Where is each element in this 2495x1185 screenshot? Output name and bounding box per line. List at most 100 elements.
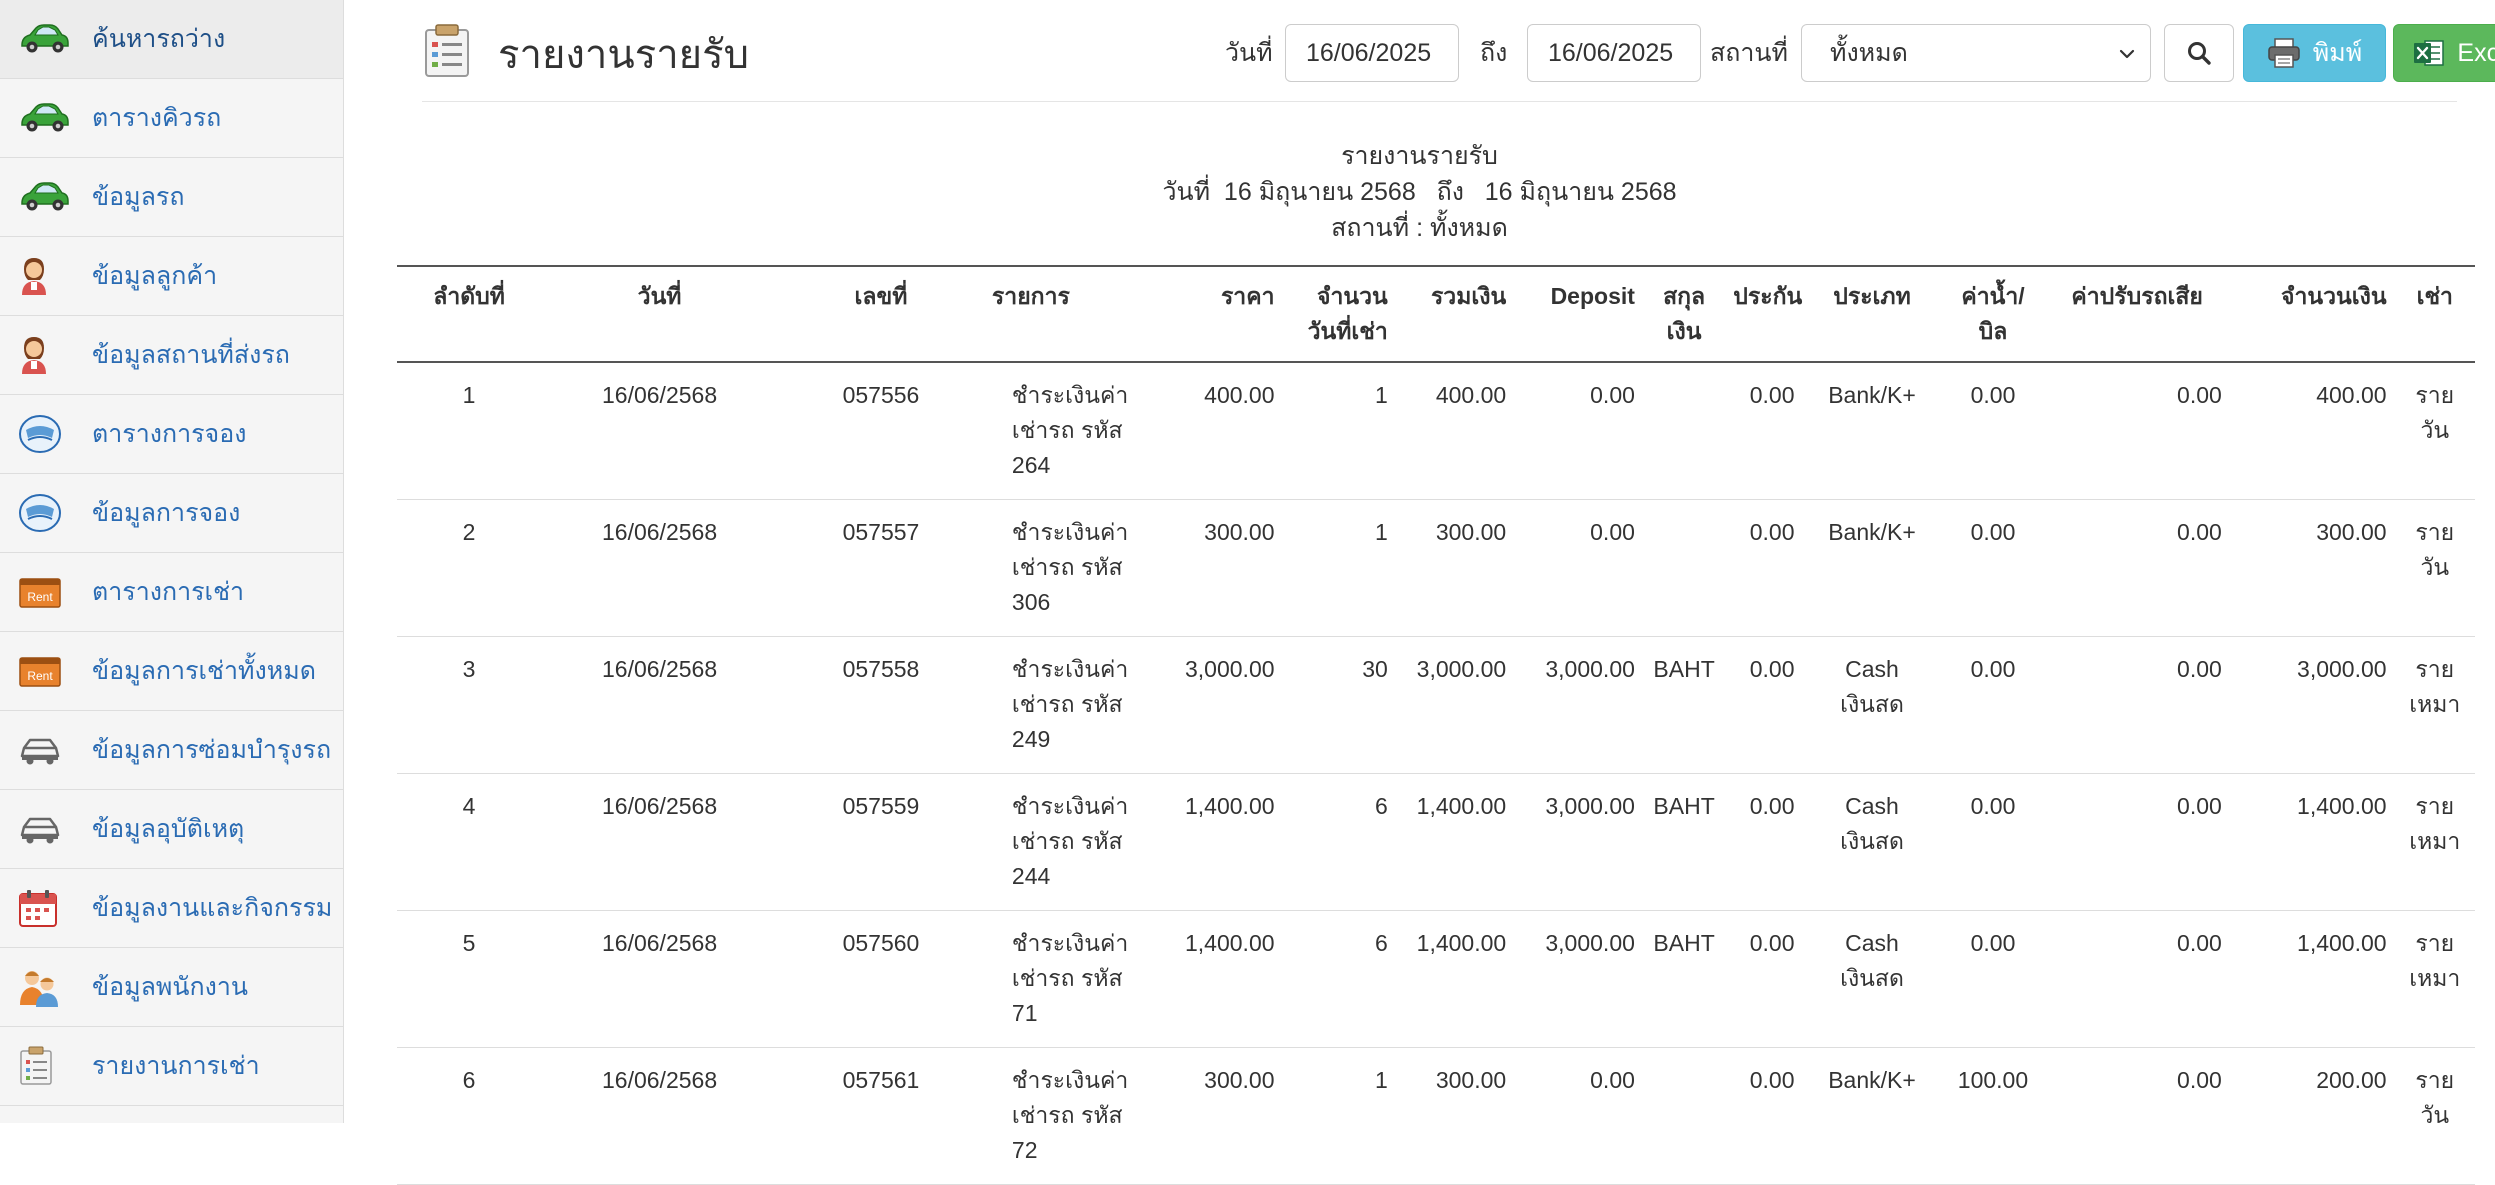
table-cell: 0.00 [1725,499,1803,637]
table-cell: Bank/K+ [1802,499,1942,637]
table-cell: 1,400.00 [1395,773,1515,911]
employees-icon [18,967,70,1007]
table-cell: Cash เงินสด [1802,773,1942,911]
column-header: จำนวน วันที่เช่า [1282,265,1396,363]
rent-icon: Rent [18,651,70,691]
column-header: Deposit [1514,265,1643,363]
sidebar-item-3[interactable]: ข้อมูลลูกค้า [0,237,343,316]
sidebar-item-8[interactable]: Rent ข้อมูลการเช่าทั้งหมด [0,632,343,711]
sidebar-item-label: ตารางการจอง [92,420,247,448]
sidebar-item-13[interactable]: รายงานการเช่า [0,1027,343,1106]
table-cell: รายวัน [2394,499,2475,637]
table-cell [1642,362,1726,500]
table-cell: 16/06/2568 [541,362,778,500]
table-cell: BAHT [1642,910,1726,1048]
table-cell: รายเหมา [2394,910,2475,1048]
column-header: รวมเงิน [1395,265,1515,363]
table-cell: 0.00 [1941,773,2045,911]
column-header: สกุล เงิน [1642,265,1726,363]
printer-icon [2268,38,2300,68]
date-to-input[interactable]: 16/06/2025 [1527,24,1701,82]
table-body: 1 16/06/2568 057556 ชำระเงินค่าเช่ารถ รหัส … [397,362,2475,1185]
table-header-row: ลำดับที่ วันที่ เลขที่ รายการ ราคา จำนวน วันท… [397,265,2475,363]
table-cell: 16/06/2568 [541,1047,778,1185]
table-cell: BAHT [1642,773,1726,911]
column-header: เช่า [2394,265,2475,363]
sidebar-item-label: รายงานการเช่า [92,1052,260,1080]
report-icon [18,1046,70,1086]
table-cell: 200.00 [2229,1047,2395,1185]
sidebar-item-6[interactable]: ข้อมูลการจอง [0,474,343,553]
column-header: ค่าน้ำ/ บิล [1941,265,2045,363]
main-content: รายงานรายรับ วันที่ 16/06/2025 ถึง 16/06… [344,0,2495,1185]
column-header: จำนวนเงิน [2229,265,2395,363]
report-location: สถานที่ : ทั้งหมด [1331,214,1508,242]
sidebar-item-11[interactable]: ข้อมูลงานและกิจกรรม [0,869,343,948]
sidebar-item-1[interactable]: ตารางคิวรถ [0,79,343,158]
location-select[interactable]: ทั้งหมด [1801,24,2151,82]
table-cell: 057559 [777,773,984,911]
location-select-value: ทั้งหมด [1830,39,1908,67]
table-cell: 3,000.00 [1395,636,1515,774]
table-cell: 3,000.00 [2229,636,2395,774]
table-cell: ชำระเงินค่าเช่ารถ รหัส 249 [983,636,1139,774]
sidebar-item-label: ข้อมูลงานและกิจกรรม [92,894,333,922]
search-button[interactable] [2164,24,2234,82]
table-cell: 057557 [777,499,984,637]
table-cell: 3,000.00 [1138,636,1283,774]
table-cell: 5 [397,910,542,1048]
table-cell: 100.00 [1941,1047,2045,1185]
table-cell: 3,000.00 [1514,910,1643,1048]
date-from-input[interactable]: 16/06/2025 [1285,24,1459,82]
table-cell: 0.00 [2044,362,2230,500]
table-cell: ชำระเงินค่าเช่ารถ รหัส 72 [983,1047,1139,1185]
table-cell: 400.00 [1395,362,1515,500]
table-cell: 3,000.00 [1514,636,1643,774]
column-header: รายการ [983,265,1139,363]
sidebar-item-10[interactable]: ข้อมูลอุบัติเหตุ [0,790,343,869]
income-report-table: ลำดับที่ วันที่ เลขที่ รายการ ราคา จำนวน วันท… [397,265,2475,1185]
excel-icon [2414,40,2445,66]
report-title: รายงานรายรับ [1341,142,1498,170]
excel-button[interactable]: Excel [2393,24,2495,82]
calendar-icon [18,888,70,928]
sidebar-item-4[interactable]: ข้อมูลสถานที่ส่งรถ [0,316,343,395]
sidebar-item-5[interactable]: ตารางการจอง [0,395,343,474]
table-cell: 300.00 [1395,499,1515,637]
column-header: ราคา [1138,265,1283,363]
table-cell: 1 [1282,1047,1396,1185]
table-cell: 1 [1282,499,1396,637]
table-row: 1 16/06/2568 057556 ชำระเงินค่าเช่ารถ รหัส … [397,362,2475,500]
table-cell: 6 [1282,910,1396,1048]
sidebar-item-label: ข้อมูลอุบัติเหตุ [92,815,245,843]
column-header: ประเภท [1802,265,1942,363]
table-row: 3 16/06/2568 057558 ชำระเงินค่าเช่ารถ รหัส … [397,636,2475,774]
sidebar-item-label: ข้อมูลรถ [92,183,185,211]
table-cell: รายวัน [2394,1047,2475,1185]
print-button[interactable]: พิมพ์ [2243,24,2386,82]
booking-icon [18,414,70,454]
sidebar-item-label: ข้อมูลสถานที่ส่งรถ [92,341,290,369]
table-cell: 300.00 [2229,499,2395,637]
table-cell: 0.00 [1725,1047,1803,1185]
table-cell: Cash เงินสด [1802,910,1942,1048]
sidebar-item-9[interactable]: ข้อมูลการซ่อมบำรุงรถ [0,711,343,790]
sidebar-item-label: ข้อมูลการเช่าทั้งหมด [92,657,316,685]
table-cell: ชำระเงินค่าเช่ารถ รหัส 71 [983,910,1139,1048]
table-cell: 2 [397,499,542,637]
table-cell: 0.00 [1725,362,1803,500]
table-cell: 400.00 [2229,362,2395,500]
table-cell: 0.00 [2044,499,2230,637]
table-cell: 4 [397,773,542,911]
table-cell: 300.00 [1138,499,1283,637]
sidebar-item-2[interactable]: ข้อมูลรถ [0,158,343,237]
report-icon [425,24,469,77]
print-button-label: พิมพ์ [2312,39,2363,67]
table-cell: รายเหมา [2394,773,2475,911]
table-cell: ชำระเงินค่าเช่ารถ รหัส 264 [983,362,1139,500]
table-cell: 1,400.00 [1138,910,1283,1048]
sidebar-item-7[interactable]: Rent ตารางการเช่า [0,553,343,632]
table-cell: 0.00 [2044,1047,2230,1185]
sidebar-item-0[interactable]: ค้นหารถว่าง [0,0,343,79]
sidebar-item-12[interactable]: ข้อมูลพนักงาน [0,948,343,1027]
